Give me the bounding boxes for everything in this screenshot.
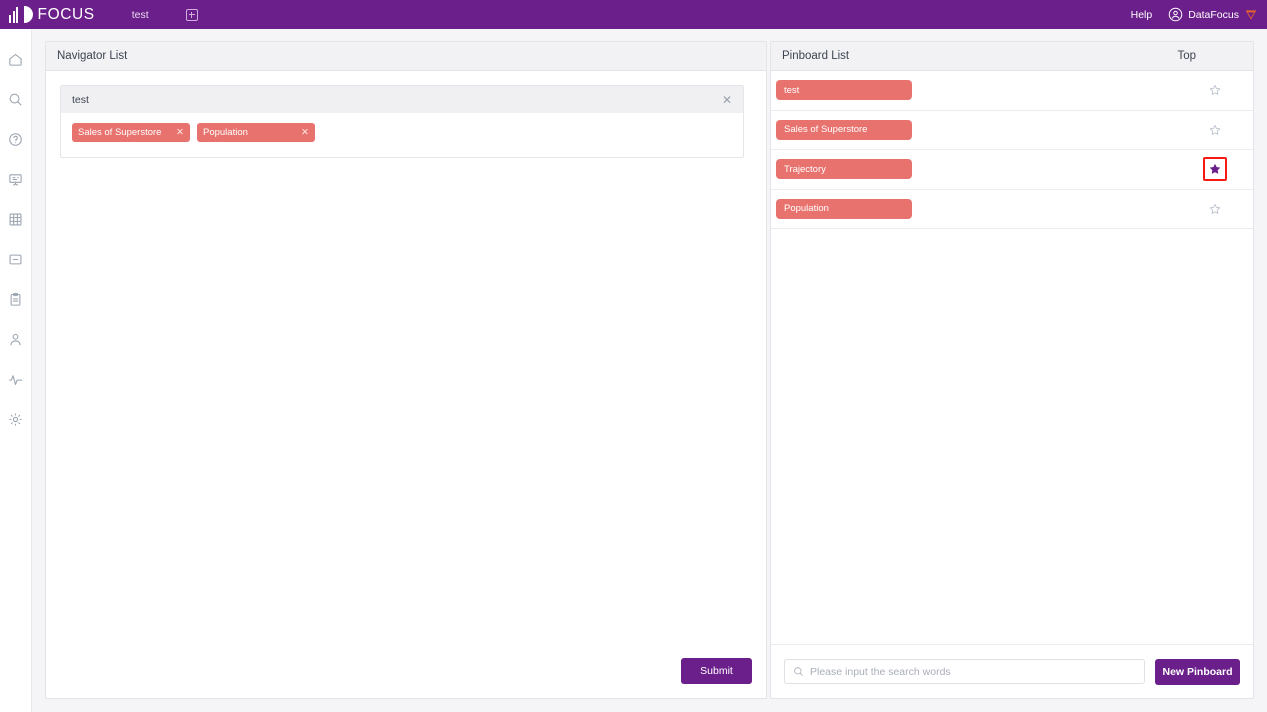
gear-icon (9, 412, 22, 426)
help-link[interactable]: Help (1131, 9, 1153, 21)
sidebar-item-collapse[interactable] (0, 239, 32, 279)
star-outline-icon (1209, 203, 1221, 214)
logo-text: FOCUS (37, 5, 95, 23)
sidebar-item-presentation[interactable] (0, 159, 32, 199)
home-icon (9, 53, 22, 66)
navigator-card-title: test (72, 93, 89, 106)
pinboard-chip-label: Trajectory (784, 163, 826, 175)
star-outline-icon (1209, 124, 1221, 135)
tab-test[interactable]: test (132, 9, 149, 21)
sidebar-item-table[interactable] (0, 199, 32, 239)
top-star-toggle[interactable] (1177, 84, 1253, 96)
minus-box-icon (9, 254, 22, 264)
sidebar-item-clipboard[interactable] (0, 279, 32, 319)
sidebar-item-activity[interactable] (0, 359, 32, 399)
pinboard-panel-header: Pinboard List Top (771, 42, 1253, 71)
search-input[interactable] (810, 665, 1136, 678)
pinboard-search-box[interactable] (784, 659, 1145, 684)
pinboard-chip[interactable]: Trajectory (776, 159, 912, 180)
sidebar-item-home[interactable] (0, 39, 32, 79)
navigator-panel-body: test ✕ Sales of Superstore ✕ Population … (46, 71, 766, 698)
top-star-toggle[interactable] (1177, 124, 1253, 136)
star-outline-icon (1209, 85, 1221, 96)
pinboard-chip[interactable]: test (776, 80, 912, 101)
pinboard-row[interactable]: Population (771, 190, 1253, 229)
pinboard-row[interactable]: test (771, 71, 1253, 111)
top-star-toggle[interactable] (1177, 203, 1253, 215)
close-icon[interactable]: ✕ (162, 127, 184, 138)
pinboard-top-column-label: Top (1177, 50, 1196, 62)
sidebar-item-search[interactable] (0, 79, 32, 119)
main-content: Navigator List test ✕ Sales of Superstor… (32, 29, 1267, 712)
navigator-chip[interactable]: Population ✕ (197, 123, 315, 142)
sidebar-item-settings[interactable] (0, 399, 32, 439)
navigator-chip[interactable]: Sales of Superstore ✕ (72, 123, 190, 142)
pinboard-chip-label: Population (784, 203, 829, 215)
pinboard-list-panel: Pinboard List Top test Sales of Supersto… (770, 41, 1254, 699)
close-icon[interactable]: ✕ (287, 127, 309, 138)
pinboard-row[interactable]: Sales of Superstore (771, 111, 1253, 150)
left-icon-rail (0, 29, 32, 712)
search-icon (794, 667, 803, 676)
pinboard-chip[interactable]: Sales of Superstore (776, 119, 912, 140)
navigator-card-header: test ✕ (61, 86, 743, 113)
pinboard-panel-title: Pinboard List (782, 50, 850, 62)
navigator-chip-label: Sales of Superstore (78, 127, 162, 138)
pinboard-chip-label: Sales of Superstore (784, 124, 868, 136)
presentation-icon (9, 173, 22, 186)
user-avatar-icon (1168, 7, 1183, 22)
close-icon[interactable]: ✕ (722, 94, 732, 106)
header-right-group: Help DataFocus (1131, 7, 1258, 22)
sidebar-item-user[interactable] (0, 319, 32, 359)
navigator-chip-list: Sales of Superstore ✕ Population ✕ (61, 113, 743, 157)
pinboard-chip[interactable]: Population (776, 198, 912, 219)
submit-button[interactable]: Submit (681, 658, 752, 684)
navigator-panel-header: Navigator List (46, 42, 766, 71)
focus-bars-icon (9, 6, 18, 23)
clipboard-icon (10, 292, 21, 306)
table-grid-icon (9, 213, 22, 225)
pinboard-footer: New Pinboard (771, 644, 1253, 698)
top-star-toggle-active[interactable] (1203, 157, 1227, 182)
sidebar-item-help[interactable] (0, 119, 32, 159)
user-name: DataFocus (1188, 8, 1239, 21)
search-icon (9, 93, 22, 105)
pinboard-row[interactable]: Trajectory (771, 150, 1253, 190)
navigator-panel-title: Navigator List (57, 50, 128, 62)
question-circle-icon (9, 132, 22, 146)
top-header-bar: FOCUS test Help DataFocus (0, 0, 1267, 29)
app-logo[interactable]: FOCUS (9, 6, 95, 23)
navigator-chip-label: Population (203, 127, 248, 138)
new-pinboard-button[interactable]: New Pinboard (1155, 658, 1240, 685)
pulse-icon (9, 374, 23, 385)
navigator-list-panel: Navigator List test ✕ Sales of Superstor… (45, 41, 767, 699)
plus-box-icon[interactable] (185, 8, 198, 21)
navigator-card: test ✕ Sales of Superstore ✕ Population … (60, 85, 744, 158)
star-filled-icon (1210, 164, 1220, 174)
user-menu[interactable]: DataFocus (1168, 7, 1258, 22)
datafocus-badge-icon (1245, 9, 1257, 20)
focus-halfcircle-icon (23, 6, 33, 23)
pinboard-chip-label: test (784, 84, 800, 96)
user-icon (10, 333, 21, 345)
pinboard-panel-body: test Sales of Superstore Trajectory Popu… (771, 71, 1253, 698)
